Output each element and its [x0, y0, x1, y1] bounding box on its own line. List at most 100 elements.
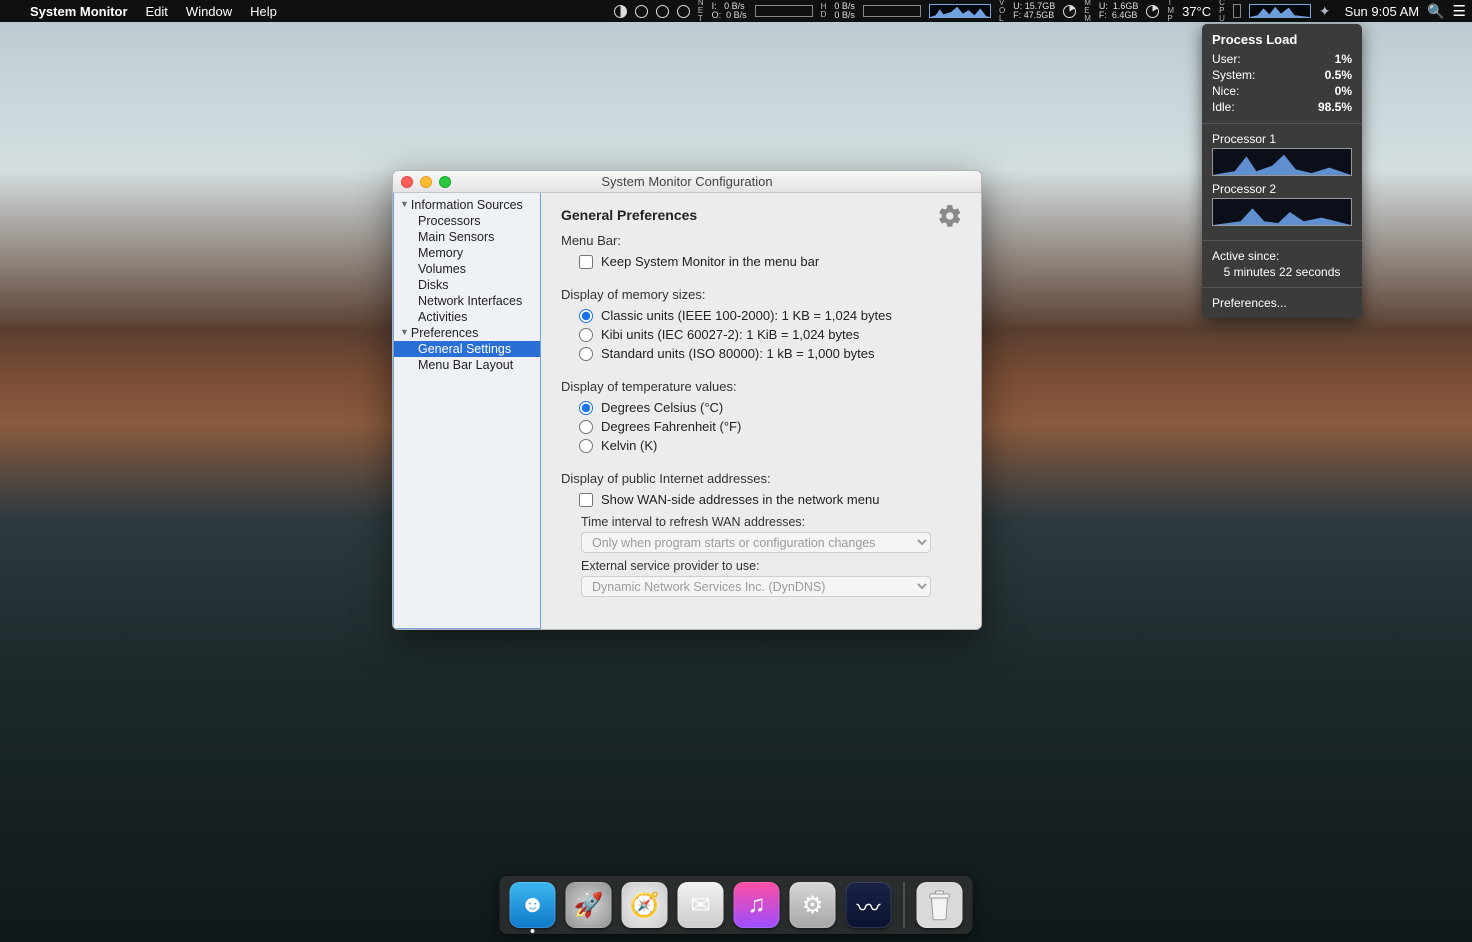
- vol-label: VOL: [999, 0, 1005, 23]
- wan-interval-label: Time interval to refresh WAN addresses:: [581, 515, 961, 529]
- menuextra-gauge-3[interactable]: [656, 5, 669, 18]
- popover-title: Process Load: [1212, 32, 1352, 47]
- app-menu[interactable]: System Monitor: [30, 4, 128, 19]
- temp-kelvin-label: Kelvin (K): [601, 438, 657, 453]
- temp-kelvin-radio[interactable]: [579, 439, 593, 453]
- mem-units-standard-radio[interactable]: [579, 347, 593, 361]
- sidebar-item-network-interfaces[interactable]: Network Interfaces: [394, 293, 540, 309]
- processor-1-graph: [1212, 148, 1352, 176]
- memory-size-section-label: Display of memory sizes:: [561, 287, 961, 302]
- sidebar-item-activities[interactable]: Activities: [394, 309, 540, 325]
- processor-1-label: Processor 1: [1212, 132, 1352, 146]
- finder-app[interactable]: ☻: [510, 882, 556, 928]
- sidebar-item-main-sensors[interactable]: Main Sensors: [394, 229, 540, 245]
- net-io-stats[interactable]: I: 0 B/s O: 0 B/s: [712, 2, 747, 20]
- load-nice-value: 0%: [1335, 83, 1352, 99]
- show-wan-label: Show WAN-side addresses in the network m…: [601, 492, 879, 507]
- temperature-readout[interactable]: 37°C: [1182, 4, 1211, 19]
- temp-celsius-label: Degrees Celsius (°C): [601, 400, 723, 415]
- menu-edit[interactable]: Edit: [146, 4, 168, 19]
- close-button[interactable]: [401, 176, 413, 188]
- status-extra-icon[interactable]: ✦: [1319, 3, 1331, 20]
- net-label: NET: [698, 0, 704, 23]
- notification-center-icon[interactable]: ☰: [1453, 2, 1464, 20]
- sidebar-group-preferences[interactable]: ▼ Preferences: [394, 325, 540, 341]
- tmp-label: TMP: [1167, 0, 1174, 23]
- itunes-app[interactable]: ♫: [734, 882, 780, 928]
- processor-2-label: Processor 2: [1212, 182, 1352, 196]
- load-user-value: 1%: [1335, 51, 1352, 67]
- sidebar-item-general-settings[interactable]: General Settings: [394, 341, 540, 357]
- sidebar-item-disks[interactable]: Disks: [394, 277, 540, 293]
- menuextra-gauge-1[interactable]: [614, 5, 627, 18]
- sidebar-item-memory[interactable]: Memory: [394, 245, 540, 261]
- show-wan-checkbox[interactable]: [579, 493, 593, 507]
- menuextra-gauge-2[interactable]: [635, 5, 648, 18]
- sidebar-item-volumes[interactable]: Volumes: [394, 261, 540, 277]
- disk-gauge[interactable]: [863, 5, 921, 17]
- disk-io-stats[interactable]: 0 B/s 0 B/s: [834, 2, 855, 20]
- disclosure-triangle-icon[interactable]: ▼: [400, 199, 409, 209]
- settings-app[interactable]: ⚙: [790, 882, 836, 928]
- activity-graph[interactable]: [929, 4, 991, 18]
- mem-units-classic-radio[interactable]: [579, 309, 593, 323]
- net-gauge[interactable]: [755, 5, 813, 17]
- activity-app[interactable]: 〰: [846, 882, 892, 928]
- process-load-popover: Process Load User: 1% System: 0.5% Nice: 0%…: [1202, 24, 1362, 318]
- sidebar-item-processors[interactable]: Processors: [394, 213, 540, 229]
- load-system-label: System:: [1212, 67, 1255, 83]
- temperature-section-label: Display of temperature values:: [561, 379, 961, 394]
- sidebar-group-information-sources[interactable]: ▼ Information Sources: [394, 197, 540, 213]
- launchpad-app[interactable]: 🚀: [566, 882, 612, 928]
- load-nice-label: Nice:: [1212, 83, 1239, 99]
- mem-units-standard-label: Standard units (ISO 80000): 1 kB = 1,000…: [601, 346, 875, 361]
- disclosure-triangle-icon[interactable]: ▼: [400, 327, 409, 337]
- preferences-window: System Monitor Configuration ▼ Informati…: [392, 170, 982, 630]
- cpu-history-graph[interactable]: [1249, 4, 1311, 18]
- memory-gauge-icon[interactable]: [1146, 5, 1159, 18]
- zoom-button[interactable]: [439, 176, 451, 188]
- mem-units-kibi-radio[interactable]: [579, 328, 593, 342]
- temp-celsius-radio[interactable]: [579, 401, 593, 415]
- memory-stats[interactable]: U: 1.6GB F: 6.4GB: [1099, 2, 1139, 20]
- hd-label: HD: [821, 3, 827, 19]
- menuextra-gauge-4[interactable]: [677, 5, 690, 18]
- mail-app[interactable]: ✉: [678, 882, 724, 928]
- safari-app[interactable]: 🧭: [622, 882, 668, 928]
- volume-gauge-icon[interactable]: [1063, 5, 1076, 18]
- spotlight-icon[interactable]: 🔍: [1427, 3, 1444, 20]
- cpu-bar[interactable]: [1233, 4, 1241, 18]
- mem-label: MEM: [1084, 0, 1091, 23]
- menu-window[interactable]: Window: [186, 4, 232, 19]
- wan-interval-select[interactable]: Only when program starts or configuratio…: [581, 532, 931, 553]
- active-since-label: Active since:: [1212, 249, 1352, 263]
- temp-fahrenheit-label: Degrees Fahrenheit (°F): [601, 419, 741, 434]
- load-system-value: 0.5%: [1325, 67, 1352, 83]
- menu-help[interactable]: Help: [250, 4, 277, 19]
- load-idle-value: 98.5%: [1318, 99, 1352, 115]
- gear-icon: [937, 203, 963, 232]
- preferences-content: General Preferences Menu Bar: Keep Syste…: [541, 193, 981, 629]
- trash-icon[interactable]: [917, 882, 963, 928]
- window-title: System Monitor Configuration: [393, 174, 981, 189]
- minimize-button[interactable]: [420, 176, 432, 188]
- load-user-label: User:: [1212, 51, 1241, 67]
- popover-preferences-item[interactable]: Preferences...: [1202, 288, 1362, 318]
- load-idle-label: Idle:: [1212, 99, 1235, 115]
- dock: ☻🚀🧭✉♫⚙〰: [500, 876, 973, 934]
- cpu-label: CPU: [1219, 0, 1225, 23]
- active-since-value: 5 minutes 22 seconds: [1212, 265, 1352, 279]
- temp-fahrenheit-radio[interactable]: [579, 420, 593, 434]
- preferences-sidebar[interactable]: ▼ Information Sources Processors Main Se…: [393, 193, 541, 629]
- provider-select[interactable]: Dynamic Network Services Inc. (DynDNS): [581, 576, 931, 597]
- menubar-section-label: Menu Bar:: [561, 233, 961, 248]
- volume-stats[interactable]: U: 15.7GB F: 47.5GB: [1013, 2, 1055, 20]
- clock[interactable]: Sun 9:05 AM: [1345, 4, 1419, 19]
- keep-in-menubar-checkbox[interactable]: [579, 255, 593, 269]
- window-titlebar[interactable]: System Monitor Configuration: [393, 171, 981, 193]
- menubar: System Monitor Edit Window Help NET I: 0…: [0, 0, 1472, 22]
- dock-running-indicator: [531, 929, 535, 933]
- content-heading: General Preferences: [561, 207, 961, 223]
- sidebar-item-menu-bar-layout[interactable]: Menu Bar Layout: [394, 357, 540, 373]
- processor-2-graph: [1212, 198, 1352, 226]
